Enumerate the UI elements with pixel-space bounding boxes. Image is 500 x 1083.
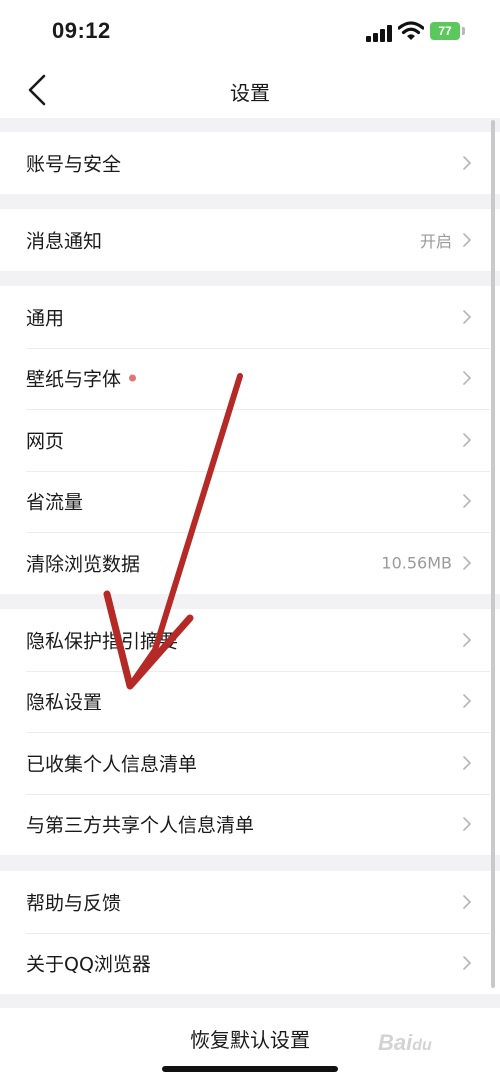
status-time: 09:12 [52, 18, 111, 43]
settings-item-label: 省流量 [26, 491, 84, 514]
battery-tip [462, 27, 465, 35]
settings-group-notifications: 消息通知 开启 [0, 209, 500, 271]
home-indicator [162, 1066, 338, 1072]
settings-item-webpage[interactable]: 网页 [0, 409, 500, 471]
settings-item-label: 消息通知 [26, 230, 103, 253]
settings-item-wallpaper-font[interactable]: 壁纸与字体 [0, 347, 500, 410]
chevron-right-icon [463, 494, 472, 509]
chevron-right-icon [463, 817, 472, 832]
chevron-right-icon [463, 755, 472, 770]
settings-item-label: 隐私保护指引摘要 [26, 630, 179, 653]
chevron-right-icon [463, 555, 472, 570]
settings-item-label: 清除浏览数据 [26, 553, 141, 576]
settings-item-privacy-guide-summary[interactable]: 隐私保护指引摘要 [0, 609, 500, 671]
chevron-right-icon [463, 432, 472, 447]
settings-item-label: 已收集个人信息清单 [26, 753, 198, 776]
settings-item-notifications[interactable]: 消息通知 开启 [0, 209, 500, 271]
chevron-right-icon [463, 232, 472, 247]
settings-item-label-wrapper: 壁纸与字体 [26, 365, 137, 392]
browsing-data-size: 10.56MB [381, 553, 452, 573]
settings-item-label: 隐私设置 [26, 691, 103, 714]
settings-item-label: 壁纸与字体 [26, 368, 122, 391]
settings-group-privacy: 隐私保护指引摘要 隐私设置 已收集个人信息清单 与第三方共享个人信息清单 [0, 609, 500, 855]
settings-item-third-party-sharing-list[interactable]: 与第三方共享个人信息清单 [0, 793, 500, 856]
settings-item-account-security[interactable]: 账号与安全 [0, 132, 500, 194]
battery-level: 77 [438, 24, 452, 38]
new-badge-dot [129, 374, 137, 382]
settings-item-label: 关于QQ浏览器 [26, 953, 151, 976]
settings-group-account: 账号与安全 [0, 132, 500, 194]
settings-item-help-feedback[interactable]: 帮助与反馈 [0, 871, 500, 933]
battery-icon: 77 [430, 22, 460, 40]
wifi-icon [398, 21, 424, 40]
settings-item-label: 帮助与反馈 [26, 892, 122, 915]
chevron-right-icon [463, 632, 472, 647]
settings-group-general: 通用 壁纸与字体 网页 省流量 清除浏览数据 10.56MB [0, 286, 500, 594]
status-bar: 09:12 77 [0, 0, 500, 64]
notification-status-value: 开启 [419, 231, 452, 251]
settings-item-general[interactable]: 通用 [0, 286, 500, 348]
settings-item-label: 网页 [26, 430, 65, 453]
baidu-watermark: Baidu [378, 1030, 432, 1055]
settings-item-privacy-settings[interactable]: 隐私设置 [0, 670, 500, 733]
settings-item-collected-info-list[interactable]: 已收集个人信息清单 [0, 732, 500, 794]
scrollbar[interactable] [491, 120, 495, 988]
page-title: 设置 [230, 81, 270, 105]
chevron-right-icon [463, 371, 472, 386]
cellular-signal-icon [366, 24, 392, 42]
settings-item-label: 通用 [26, 307, 65, 330]
chevron-right-icon [463, 155, 472, 170]
settings-item-label: 与第三方共享个人信息清单 [26, 814, 255, 837]
settings-item-data-saver[interactable]: 省流量 [0, 470, 500, 533]
settings-item-clear-browsing-data[interactable]: 清除浏览数据 10.56MB [0, 532, 500, 594]
chevron-right-icon [463, 694, 472, 709]
chevron-right-icon [463, 309, 472, 324]
settings-item-about[interactable]: 关于QQ浏览器 [0, 932, 500, 995]
chevron-right-icon [463, 894, 472, 909]
nav-bar: 设置 [0, 64, 500, 118]
chevron-right-icon [463, 956, 472, 971]
settings-item-label: 账号与安全 [26, 153, 122, 176]
settings-group-help: 帮助与反馈 关于QQ浏览器 [0, 871, 500, 994]
